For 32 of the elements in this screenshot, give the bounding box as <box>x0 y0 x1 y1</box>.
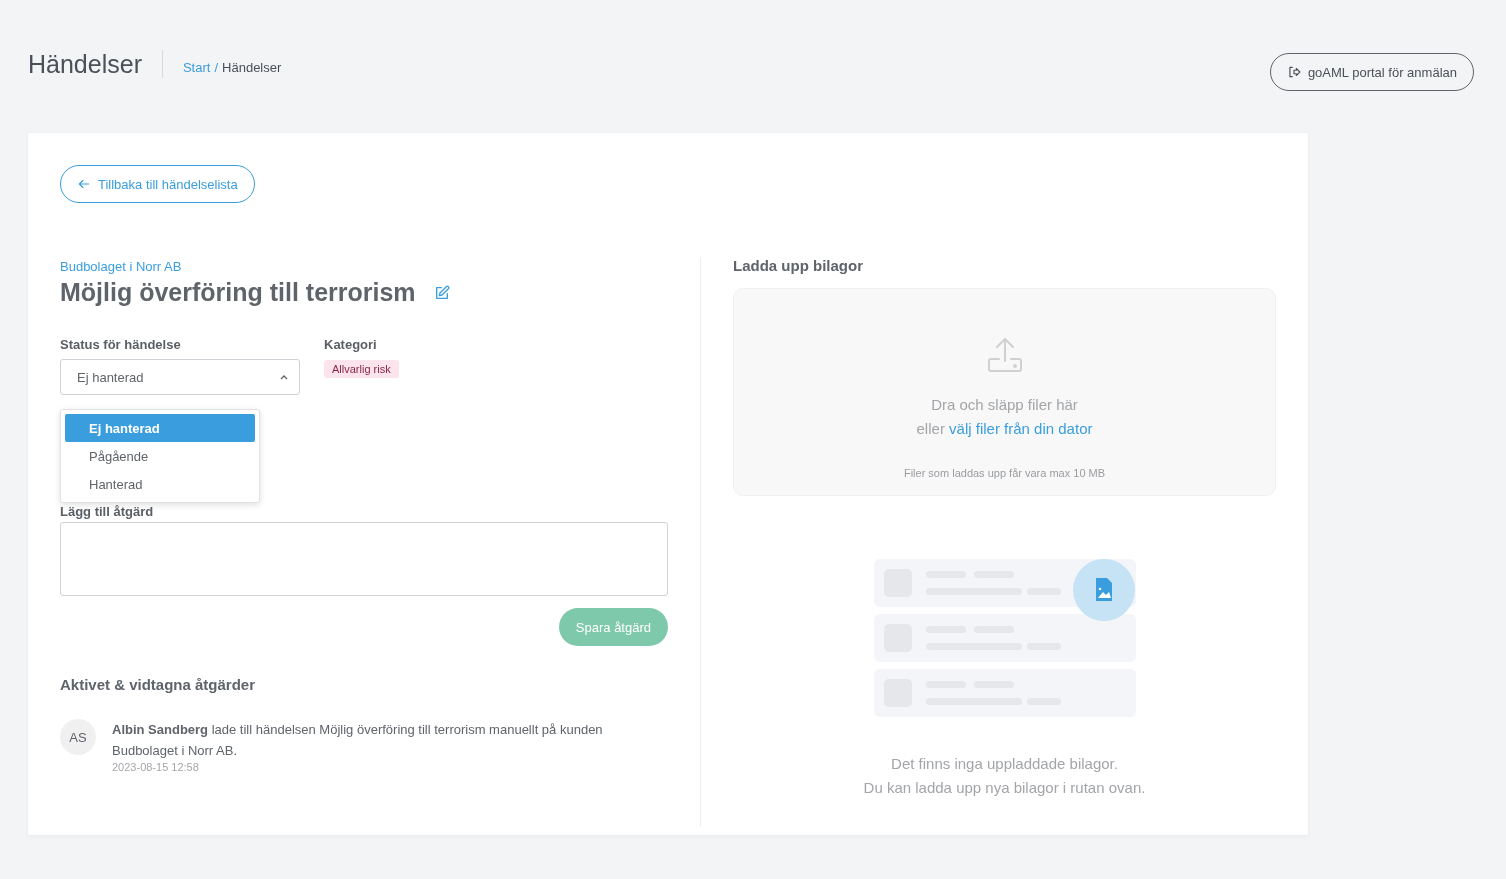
dropdown-option[interactable]: Ej hanterad <box>65 414 255 442</box>
avatar: AS <box>60 719 96 755</box>
arrow-left-icon <box>77 177 91 191</box>
section-title: Ladda upp bilagor <box>733 257 864 274</box>
back-button[interactable]: Tillbaka till händelselista <box>60 165 255 203</box>
empty-message: Du kan ladda upp nya bilagor i rutan ovan. <box>862 778 1147 798</box>
drop-text: Dra och släpp filer här <box>930 395 1079 415</box>
empty-message: Det finns inga uppladdade bilagor. <box>890 754 1119 774</box>
page-title: Händelser <box>28 50 163 78</box>
dropdown-option[interactable]: Pågående <box>65 442 255 470</box>
field-label: Kategori <box>324 337 378 352</box>
category-tag: Allvarlig risk <box>324 360 399 378</box>
breadcrumb-link[interactable]: Start <box>182 59 211 75</box>
breadcrumb-current: Händelser <box>222 59 282 75</box>
section-title: Aktivet & vidtagna åtgärder <box>60 676 257 693</box>
activity-text: Albin Sandberg lade till händelsen Möjlig överföring till terrorism manuellt på kunden Budbolaget i Norr AB. <box>112 721 604 760</box>
exit-icon <box>1286 65 1301 79</box>
activity-time: 2023-08-15 12:58 <box>112 761 200 773</box>
choose-files-link[interactable]: välj filer från din dator <box>949 420 1093 437</box>
action-input[interactable] <box>60 522 668 596</box>
size-limit-text: Filer som laddas upp får vara max 10 MB <box>903 467 1106 479</box>
status-select[interactable]: Ej hanterad <box>60 359 300 395</box>
dropdown-option[interactable]: Hanterad <box>65 470 255 498</box>
breadcrumb-separator: / <box>214 59 219 75</box>
field-label: Lägg till åtgärd <box>60 504 155 519</box>
field-label: Status för händelse <box>60 337 182 352</box>
edit-icon[interactable] <box>433 284 450 301</box>
upload-icon <box>985 337 1024 375</box>
drop-zone[interactable]: Dra och släpp filer här eller välj filer från din dator Filer som laddas upp får vara max 10 MB <box>733 288 1276 496</box>
choose-text: eller välj filer från din dator <box>916 419 1093 439</box>
event-title: Möjlig överföring till terrorism <box>60 278 416 307</box>
customer-link[interactable]: Budbolaget i Norr AB <box>60 259 668 274</box>
